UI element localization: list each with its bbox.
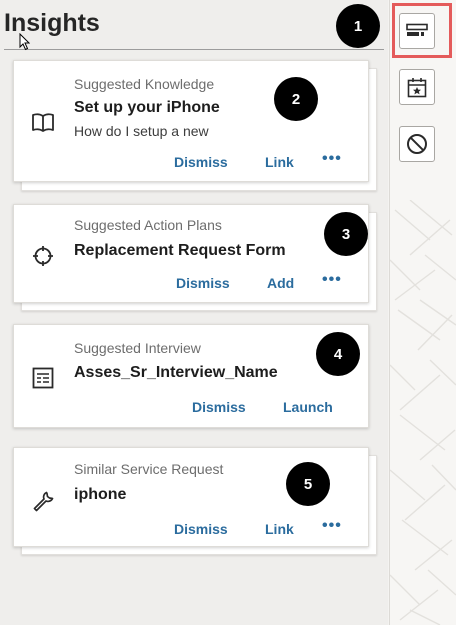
card-kind-label: Suggested Action Plans	[74, 217, 222, 233]
more-options-button[interactable]: •••	[322, 517, 342, 535]
mouse-cursor-icon	[19, 33, 30, 51]
schedule-button[interactable]	[399, 69, 435, 105]
card-description: How do I setup a new	[74, 123, 209, 139]
side-rail	[389, 0, 456, 625]
insights-panel: Insights Suggested Knowledge Set up your…	[0, 0, 388, 625]
callout-badge: 3	[324, 212, 368, 256]
book-icon	[32, 113, 54, 132]
launch-button[interactable]: Launch	[283, 399, 333, 415]
dismiss-button[interactable]: Dismiss	[176, 275, 230, 291]
crosshair-icon	[33, 246, 53, 266]
decorative-pattern	[390, 200, 456, 625]
dismiss-button[interactable]: Dismiss	[174, 521, 228, 537]
more-options-button[interactable]: •••	[322, 271, 342, 289]
interview-form-icon	[32, 367, 54, 389]
calendar-star-icon	[407, 77, 427, 97]
more-options-button[interactable]: •••	[322, 150, 342, 168]
link-button[interactable]: Link	[265, 521, 294, 537]
card-title: Replacement Request Form	[74, 242, 286, 259]
card-title: iphone	[74, 486, 127, 503]
callout-badge: 4	[316, 332, 360, 376]
title-divider	[4, 49, 384, 50]
selected-highlight	[392, 3, 452, 58]
block-icon	[407, 134, 427, 154]
card-kind-label: Similar Service Request	[74, 461, 224, 477]
insight-card-action-plan[interactable]: Suggested Action Plans Replacement Reque…	[13, 204, 369, 303]
card-kind-label: Suggested Knowledge	[74, 76, 215, 92]
dismiss-button[interactable]: Dismiss	[192, 399, 246, 415]
block-button[interactable]	[399, 126, 435, 162]
card-title: Set up your iPhone	[74, 99, 220, 116]
card-title: Asses_Sr_Interview_Name	[74, 364, 278, 381]
insight-card-interview[interactable]: Suggested Interview Asses_Sr_Interview_N…	[13, 324, 369, 428]
wrench-icon	[33, 491, 54, 512]
card-kind-label: Suggested Interview	[74, 340, 201, 356]
callout-badge: 2	[274, 77, 318, 121]
link-button[interactable]: Link	[265, 154, 294, 170]
insight-card-knowledge[interactable]: Suggested Knowledge Set up your iPhone H…	[13, 60, 369, 182]
dismiss-button[interactable]: Dismiss	[174, 154, 228, 170]
callout-badge: 1	[336, 4, 380, 48]
callout-badge: 5	[286, 462, 330, 506]
add-button[interactable]: Add	[267, 275, 294, 291]
